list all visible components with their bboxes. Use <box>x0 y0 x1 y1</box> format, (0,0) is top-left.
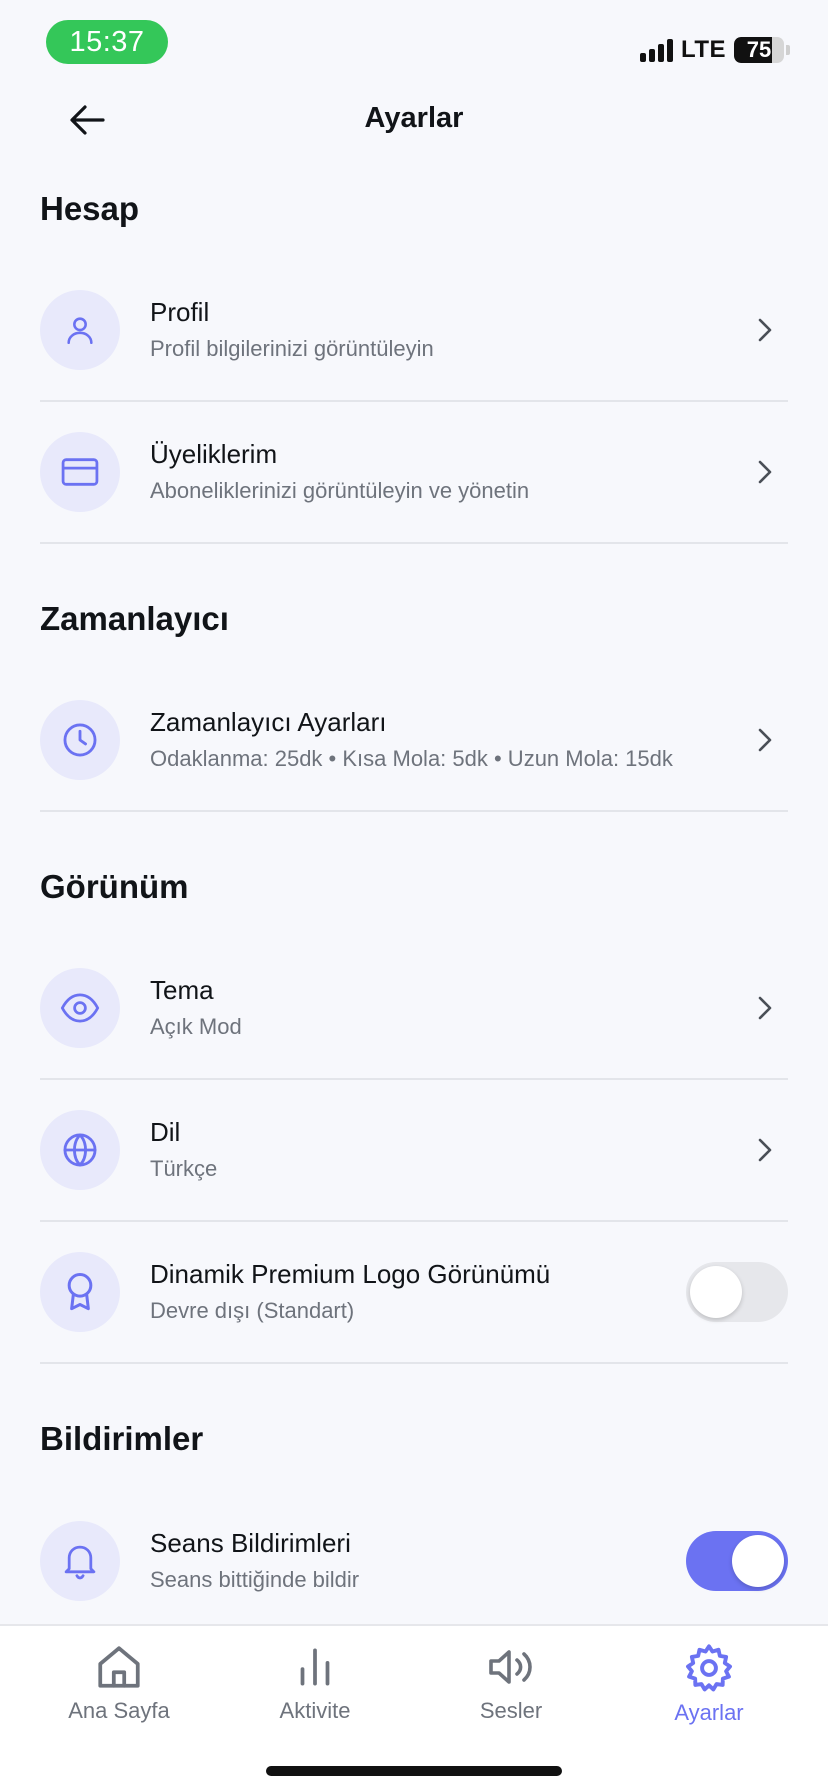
chevron-right-icon <box>750 1130 780 1170</box>
row-subtitle: Odaklanma: 25dk • Kısa Mola: 5dk • Uzun … <box>150 746 673 771</box>
tab-label: Sesler <box>479 1698 543 1723</box>
home-indicator <box>266 1766 562 1776</box>
timer-icon-wrap <box>40 700 120 780</box>
session-notifications-toggle[interactable] <box>686 1531 788 1591</box>
settings-row-theme[interactable]: Tema Açık Mod <box>40 938 788 1080</box>
settings-row-profile[interactable]: Profil Profil bilgilerinizi görüntüleyin <box>40 260 788 402</box>
row-title: Profil <box>150 297 210 327</box>
header: Ayarlar <box>0 80 828 160</box>
tab-label: Aktivite <box>279 1698 351 1723</box>
status-indicators: LTE 75 <box>639 34 790 66</box>
row-title: Seans Bildirimleri <box>150 1528 351 1558</box>
row-subtitle: Devre dışı (Standart) <box>150 1298 355 1323</box>
toggle-knob <box>732 1535 784 1587</box>
bar-chart-icon <box>300 1648 330 1686</box>
premium-logo-icon-wrap <box>40 1252 120 1332</box>
row-subtitle: Aboneliklerinizi görüntüleyin ve yönetin <box>150 478 530 503</box>
home-icon <box>98 1646 140 1688</box>
status-time: 15:37 <box>46 20 168 64</box>
theme-icon-wrap <box>40 968 120 1048</box>
memberships-icon-wrap <box>40 432 120 512</box>
row-title: Zamanlayıcı Ayarları <box>150 707 387 737</box>
gear-icon <box>686 1644 732 1692</box>
row-title: Tema <box>150 975 214 1005</box>
chevron-right-icon <box>750 452 780 492</box>
section-title-account: Hesap <box>40 190 140 227</box>
premium-logo-toggle[interactable] <box>686 1262 788 1322</box>
toggle-knob <box>690 1266 742 1318</box>
bell-icon <box>64 1545 96 1580</box>
settings-row-language[interactable]: Dil Türkçe <box>40 1080 788 1222</box>
battery-percent: 75 <box>746 37 772 62</box>
signal-icon <box>639 38 673 62</box>
section-title-notifications: Bildirimler <box>40 1420 204 1457</box>
profile-icon-wrap <box>40 290 120 370</box>
speaker-icon <box>489 1650 532 1684</box>
settings-row-session-notifications: Seans Bildirimleri Seans bittiğinde bild… <box>40 1490 788 1632</box>
network-label: LTE <box>680 36 726 63</box>
settings-row-memberships[interactable]: Üyeliklerim Aboneliklerinizi görüntüleyi… <box>40 402 788 544</box>
row-subtitle: Seans bittiğinde bildir <box>150 1567 360 1592</box>
globe-icon <box>63 1133 97 1167</box>
row-title: Üyeliklerim <box>150 439 278 469</box>
notifications-icon-wrap <box>40 1521 120 1601</box>
status-bar: 15:37 LTE 75 <box>0 0 828 80</box>
tab-label: Ana Sayfa <box>68 1698 170 1723</box>
tab-activity[interactable]: Aktivite <box>220 1642 410 1742</box>
chevron-right-icon <box>750 720 780 760</box>
row-subtitle: Açık Mod <box>150 1014 242 1039</box>
row-title: Dil <box>150 1117 181 1147</box>
clock-icon <box>63 723 97 757</box>
settings-content: Hesap Profil Profil bilgilerinizi görünt… <box>40 160 788 1632</box>
credit-card-icon <box>61 458 99 486</box>
settings-row-timer[interactable]: Zamanlayıcı Ayarları Odaklanma: 25dk • K… <box>40 670 788 812</box>
row-title: Dinamik Premium Logo Görünümü <box>150 1259 551 1289</box>
language-icon-wrap <box>40 1110 120 1190</box>
section-title-timer: Zamanlayıcı <box>40 600 229 637</box>
chevron-right-icon <box>750 310 780 350</box>
tab-settings[interactable]: Ayarlar <box>614 1642 804 1742</box>
row-subtitle: Türkçe <box>150 1156 218 1181</box>
tab-home[interactable]: Ana Sayfa <box>24 1642 214 1742</box>
row-subtitle: Profil bilgilerinizi görüntüleyin <box>150 336 434 361</box>
section-title-appearance: Görünüm <box>40 868 189 905</box>
battery-icon: 75 <box>734 37 784 63</box>
eye-icon <box>60 993 100 1023</box>
award-icon <box>67 1273 93 1311</box>
tab-label: Ayarlar <box>674 1700 744 1725</box>
page-title: Ayarlar <box>364 102 464 134</box>
settings-row-premium-logo: Dinamik Premium Logo Görünümü Devre dışı… <box>40 1222 788 1364</box>
tab-sounds[interactable]: Sesler <box>416 1642 606 1742</box>
battery-tip <box>786 45 790 55</box>
chevron-right-icon <box>750 988 780 1028</box>
user-icon <box>67 317 93 345</box>
